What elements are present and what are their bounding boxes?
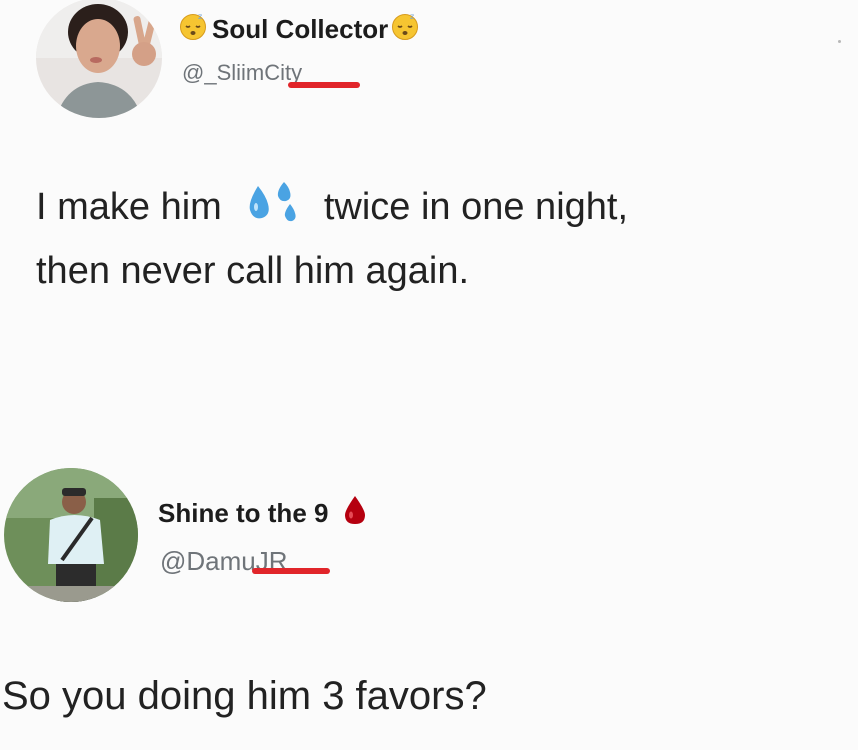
sweat-droplets-icon bbox=[244, 180, 306, 234]
tweet-original: z Soul Collector z @_SliimCity I make hi… bbox=[0, 0, 858, 330]
handle[interactable]: @_SliimCity bbox=[182, 60, 302, 86]
tweet-text-before-emoji: I make him bbox=[36, 185, 222, 228]
tweet-text-after-emoji: twice in one night, bbox=[323, 185, 629, 228]
svg-text:z: z bbox=[410, 12, 414, 21]
blood-drop-icon bbox=[342, 494, 368, 533]
avatar[interactable] bbox=[4, 468, 138, 602]
display-name[interactable]: Soul Collector bbox=[212, 14, 388, 45]
tweet-text-line-2: then never call him again. bbox=[36, 250, 470, 292]
avatar[interactable] bbox=[36, 0, 162, 118]
sleeping-face-icon: z bbox=[390, 11, 420, 48]
svg-text:z: z bbox=[198, 12, 202, 21]
reply-text: So you doing him 3 favors? bbox=[2, 674, 487, 718]
tweet-text-line-1: I make him twice in one night, bbox=[36, 180, 628, 234]
display-name[interactable]: Shine to the 9 bbox=[158, 498, 328, 529]
sleeping-face-icon: z bbox=[178, 11, 208, 48]
display-name-row: Shine to the 9 bbox=[158, 494, 368, 533]
display-name-row: z Soul Collector z bbox=[178, 12, 420, 46]
tweet-reply: Shine to the 9 @DamuJR So you doing him … bbox=[0, 460, 858, 750]
handle-redaction bbox=[252, 568, 330, 574]
handle-redaction bbox=[288, 82, 360, 88]
more-options-icon[interactable] bbox=[838, 40, 841, 43]
